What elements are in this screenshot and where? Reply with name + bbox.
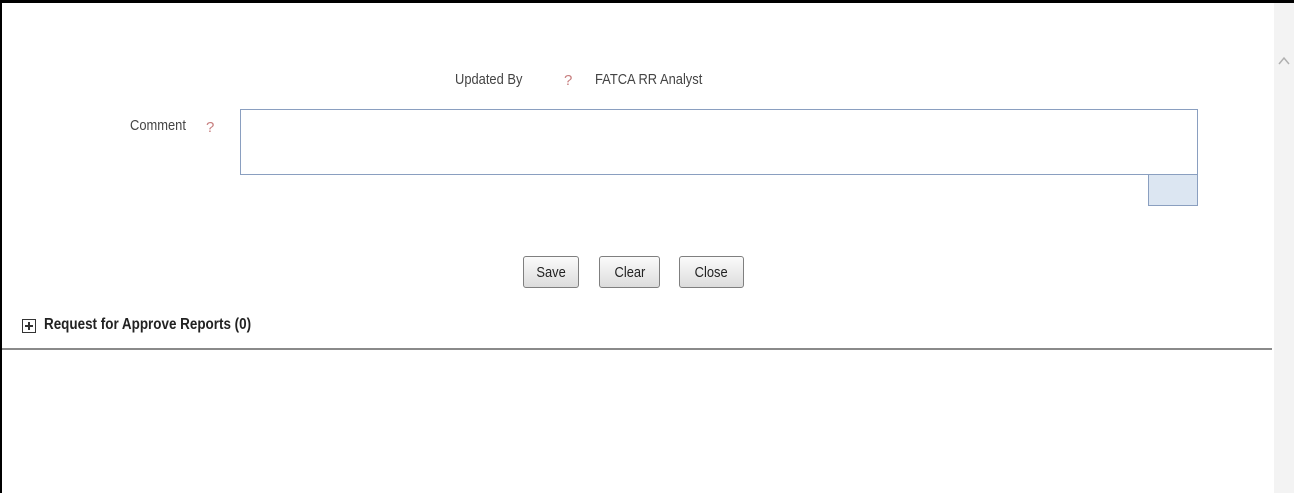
updated-by-help-icon[interactable]: ? xyxy=(564,72,572,89)
section-divider xyxy=(2,348,1272,350)
comment-help-icon[interactable]: ? xyxy=(206,119,214,136)
close-button-label: Close xyxy=(694,263,728,281)
close-button[interactable]: Close xyxy=(679,256,744,288)
plus-box-icon[interactable] xyxy=(22,319,36,333)
save-button-label: Save xyxy=(536,263,566,281)
section-title[interactable]: Request for Approve Reports (0) xyxy=(44,316,251,334)
comment-textarea[interactable] xyxy=(240,109,1198,175)
chevron-up-icon[interactable] xyxy=(1278,55,1290,67)
updated-by-label: Updated By xyxy=(455,71,523,88)
textarea-resize-handle[interactable] xyxy=(1148,175,1198,206)
comment-panel: Updated By ? FATCA RR Analyst Comment ? … xyxy=(2,3,1272,348)
clear-button[interactable]: Clear xyxy=(599,256,660,288)
updated-by-row: Updated By ? FATCA RR Analyst xyxy=(2,71,1272,93)
request-approve-section-header[interactable]: Request for Approve Reports (0) xyxy=(2,315,1272,337)
clear-button-label: Clear xyxy=(614,263,645,281)
window-frame: Updated By ? FATCA RR Analyst Comment ? … xyxy=(0,0,1294,493)
updated-by-value: FATCA RR Analyst xyxy=(595,71,703,88)
comment-label: Comment xyxy=(130,117,186,134)
vertical-scrollbar[interactable] xyxy=(1274,3,1294,493)
save-button[interactable]: Save xyxy=(523,256,579,288)
